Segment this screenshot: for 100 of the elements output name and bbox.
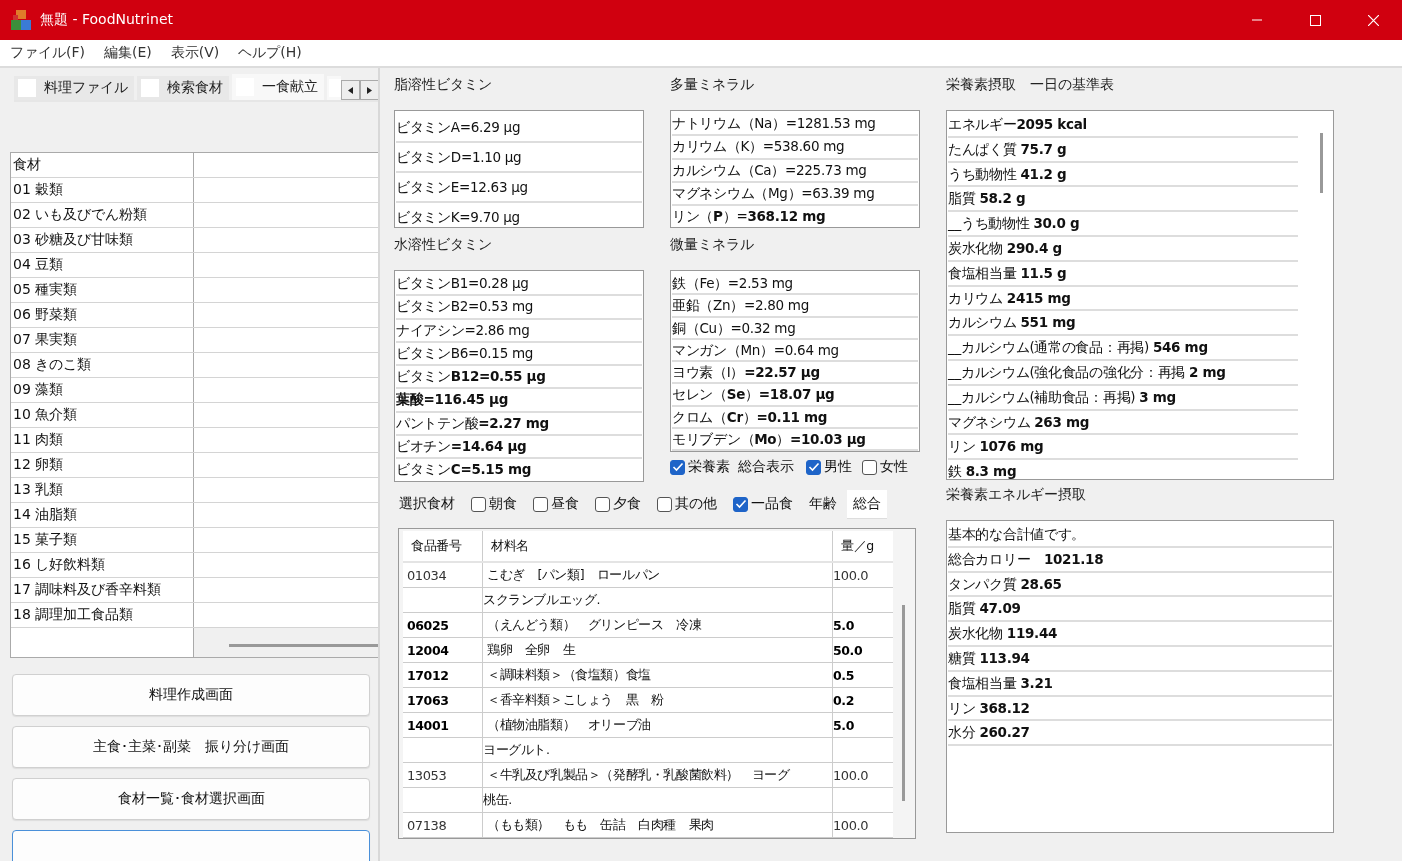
app-logo-icon	[10, 9, 32, 31]
list-item: たんぱく質 75.7 g	[948, 137, 1298, 163]
column-header: 量／g	[840, 536, 875, 555]
nav-button[interactable]: 料理作成画面	[12, 674, 370, 716]
checkbox[interactable]: 一品食	[733, 495, 793, 513]
scroll-left-button[interactable]	[341, 80, 360, 100]
list-item: 銅（Cu）=0.32 mg	[672, 317, 918, 340]
table-cell: ＜調味料類＞（食塩類）食塩	[483, 663, 833, 687]
list-item: リン（P）=368.12 mg	[672, 206, 918, 227]
list-item: リン 1076 mg	[948, 435, 1298, 461]
table-cell: スクランブルエッグ.	[483, 588, 833, 612]
section-title: 多量ミネラル	[670, 75, 755, 94]
nav-button[interactable]: 主食･主菜･副菜 振り分け画面	[12, 726, 370, 768]
list-item: 炭水化物 119.44	[948, 622, 1332, 647]
tab[interactable]: 検索食材	[137, 76, 229, 100]
table-cell: 12004	[403, 638, 483, 662]
checkmark-icon	[807, 462, 820, 472]
table-cell-text: 5.0	[833, 716, 855, 735]
table-cell: ヨーグルト.	[483, 738, 833, 762]
table-cell-text: 100.0	[833, 566, 870, 585]
list-item: ナイアシン=2.86 mg	[396, 319, 642, 343]
list-item: カリウム 2415 mg	[948, 286, 1298, 312]
scrollbar-thumb[interactable]	[229, 644, 378, 647]
menu-item[interactable]: 表示(V)	[164, 44, 226, 62]
menu-item[interactable]: 編集(E)	[98, 44, 158, 62]
list-item: リン 368.12	[948, 696, 1332, 722]
checkbox[interactable]: 朝食	[471, 495, 517, 513]
table-cell-text: 100.0	[833, 766, 870, 785]
tab[interactable]: 料理ファイル	[14, 76, 134, 100]
table-cell: 07138	[403, 813, 483, 837]
scroll-right-button[interactable]	[360, 80, 378, 100]
list-item: クロム（Cr）=0.11 mg	[672, 406, 918, 430]
option-label: 総合表示	[738, 458, 794, 476]
checkmark-icon	[671, 462, 684, 472]
tab[interactable]: 一食献立	[232, 74, 324, 100]
list-item: ビタミンD=1.10 μg	[396, 143, 642, 173]
nav-button[interactable]: 食材一覧･食材選択画面	[12, 778, 370, 820]
maximize-icon[interactable]	[1309, 14, 1321, 26]
scrollbar-thumb[interactable]	[902, 605, 905, 801]
list-item: 葉酸=116.45 μg	[396, 389, 642, 413]
table-cell-text: 0.5	[833, 666, 855, 685]
table-cell-text: 100.0	[833, 816, 870, 835]
list-item: ビタミンB2=0.53 mg	[396, 296, 642, 320]
table-cell: 14001	[403, 713, 483, 737]
total-tab[interactable]: 総合	[847, 489, 887, 519]
table-cell: （えんどう類） グリンピース 冷凍	[483, 613, 833, 637]
checkbox[interactable]: 其の他	[657, 495, 717, 513]
list-item: 糖質 113.94	[948, 647, 1332, 672]
close-icon[interactable]	[1367, 14, 1379, 26]
list-item: ビオチン=14.64 μg	[396, 436, 642, 460]
table-cell: 17063	[403, 688, 483, 712]
menu-item[interactable]: ファイル(F)	[4, 44, 91, 62]
list-item: パントテン酸=2.27 mg	[396, 412, 642, 437]
table-cell: こむぎ [パン類] ロールパン	[483, 563, 833, 587]
age-label: 年齢	[809, 495, 837, 513]
list-item: __カルシウム(強化食品の強化分：再掲 2 mg	[948, 360, 1298, 386]
list-item: 食塩相当量 11.5 g	[948, 261, 1298, 287]
tab-icon	[329, 79, 341, 97]
list-item: タンパク質 28.65	[948, 572, 1332, 598]
list-item: マグネシウム（Mg）=63.39 mg	[672, 182, 918, 207]
list-item: エネルギー2095 kcal	[948, 113, 1298, 138]
scrollbar-thumb[interactable]	[1320, 133, 1323, 193]
list-item: __うち動物性 30.0 g	[948, 212, 1298, 237]
table-cell: 01034	[403, 563, 483, 587]
list-item: 食塩相当量 3.21	[948, 671, 1332, 697]
list-item: 炭水化物 290.4 g	[948, 237, 1298, 262]
list-item: ナトリウム（Na）=1281.53 mg	[672, 113, 918, 137]
list-item: 鉄 8.3 mg	[948, 460, 1298, 479]
list-item: カルシウム（Ca）=225.73 mg	[672, 159, 918, 183]
section-title: 栄養素エネルギー摂取	[946, 485, 1087, 504]
list-item: ビタミンC=5.15 mg	[396, 459, 642, 481]
table-cell: （もも類） もも 缶詰 白肉種 果肉	[483, 813, 833, 837]
column-header: 食品番号	[403, 531, 483, 561]
list-item: ビタミンE=12.63 μg	[396, 173, 642, 203]
list-item: カリウム（K）=538.60 mg	[672, 136, 918, 160]
table-cell: ＜牛乳及び乳製品＞（発酵乳・乳酸菌飲料） ヨーグ	[483, 763, 833, 787]
list-item: 脂質 47.09	[948, 597, 1332, 623]
checkbox[interactable]: 昼食	[533, 495, 579, 513]
checkbox[interactable]: 栄養素	[670, 458, 730, 476]
window-title: 無題 - FoodNutrinet	[40, 11, 173, 29]
selection-label: 選択食材	[399, 495, 455, 513]
menu-item[interactable]: ヘルプ(H)	[232, 44, 308, 62]
nav-button[interactable]	[12, 830, 370, 861]
checkbox[interactable]: 女性	[862, 458, 908, 476]
checkbox[interactable]: 男性	[806, 458, 852, 476]
caret-left-icon	[348, 86, 353, 94]
list-item: 亜鉛（Zn）=2.80 mg	[672, 295, 918, 318]
list-item: マグネシウム 263 mg	[948, 410, 1298, 436]
checkmark-icon	[734, 499, 747, 509]
section-title: 微量ミネラル	[670, 235, 755, 254]
list-item: 基本的な合計値です。	[948, 523, 1332, 548]
checkbox[interactable]: 夕食	[595, 495, 641, 513]
table-cell: ＜香辛料類＞こしょう 黒 粉	[483, 688, 833, 712]
list-item: 総合カロリー 1021.18	[948, 547, 1332, 573]
list-item: モリブデン（Mo）=10.03 μg	[672, 429, 918, 451]
table-cell-text: 50.0	[833, 641, 864, 660]
section-title: 栄養素摂取 一日の基準表	[946, 75, 1115, 94]
list-item: セレン（Se）=18.07 μg	[672, 384, 918, 407]
column-header: 材料名	[483, 531, 833, 561]
table-cell: 17012	[403, 663, 483, 687]
